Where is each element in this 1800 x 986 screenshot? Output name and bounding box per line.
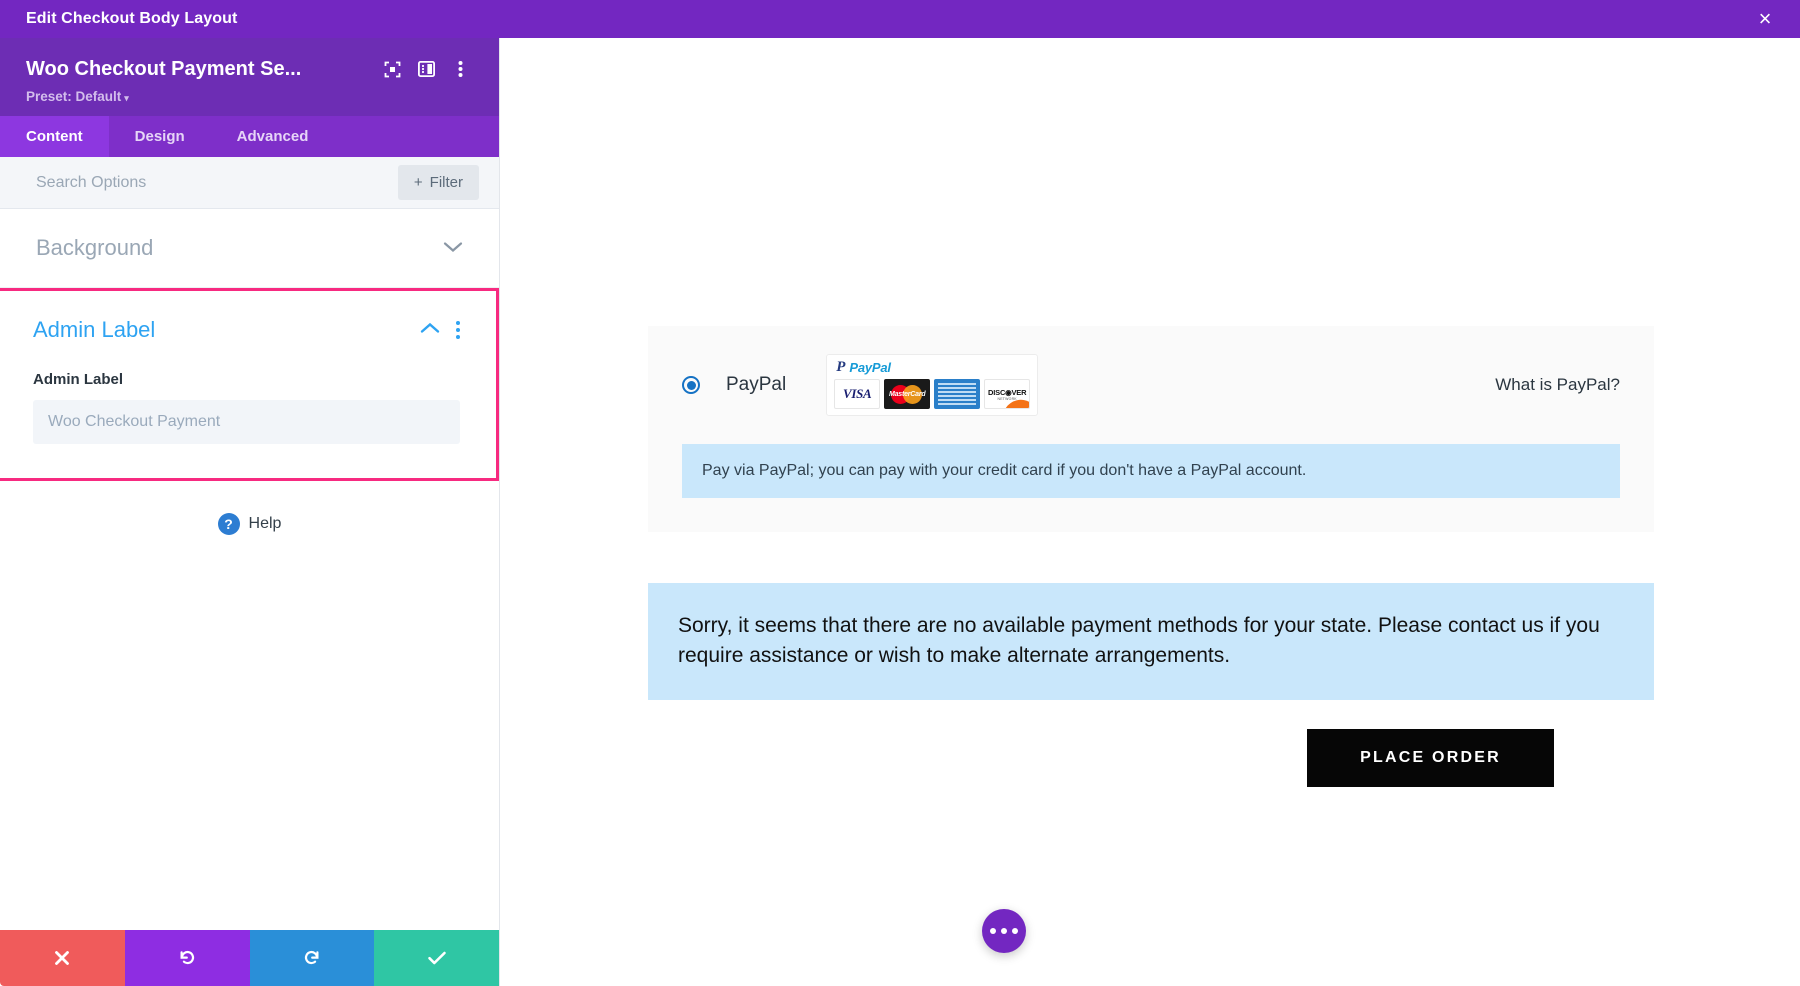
accepted-cards-strip: P PayPal VISA MasterCard [826,354,1038,416]
discover-card-logo: DISC◉VER NETWORK [984,379,1030,409]
search-input[interactable] [36,174,388,192]
module-settings-panel: Woo Checkout Payment Se... [0,38,500,986]
plus-icon: + [414,174,423,191]
redo-button[interactable] [250,930,375,986]
undo-button[interactable] [125,930,250,986]
modal-topbar: Edit Checkout Body Layout × [0,0,1800,38]
what-is-paypal-link[interactable]: What is PayPal? [1495,375,1620,395]
save-button[interactable] [374,930,499,986]
page-title: Edit Checkout Body Layout [26,10,237,28]
help-label: Help [249,515,282,533]
section-background[interactable]: Background [0,209,499,288]
no-payment-methods-alert: Sorry, it seems that there are no availa… [648,583,1654,700]
panel-header: Woo Checkout Payment Se... [0,38,499,116]
chevron-up-icon[interactable] [420,321,440,339]
cancel-button[interactable] [0,930,125,986]
payment-method-label: PayPal [726,374,786,396]
chevron-down-icon [443,240,463,257]
preset-label: Preset: Default [26,89,121,104]
divi-builder-modal: Edit Checkout Body Layout × Woo Checkout… [0,0,1800,986]
search-bar: + Filter [0,157,499,209]
focus-icon[interactable] [375,54,409,84]
tab-content[interactable]: Content [0,116,109,157]
more-vertical-icon[interactable] [443,54,477,84]
settings-body: Background Admin Label [0,209,499,930]
paypal-logo: P PayPal [834,360,1030,375]
preset-selector[interactable]: Preset: Default▾ [26,89,477,104]
layout-icon[interactable] [409,54,443,84]
preview-canvas: PayPal P PayPal VISA MasterCard [500,38,1800,986]
filter-button[interactable]: + Filter [398,165,479,200]
admin-label-input[interactable] [33,400,460,444]
place-order-button[interactable]: PLACE ORDER [1307,729,1554,787]
paypal-word-pal: Pal [872,360,891,375]
tab-design[interactable]: Design [109,116,211,157]
help-link[interactable]: ? Help [0,481,499,567]
settings-tabs: Content Design Advanced [0,116,499,157]
panel-action-bar [0,930,499,986]
section-more-vertical-icon[interactable] [456,321,460,339]
close-icon[interactable]: × [1750,4,1780,34]
paypal-description: Pay via PayPal; you can pay with your cr… [682,444,1620,498]
tab-advanced[interactable]: Advanced [211,116,335,157]
filter-button-label: Filter [430,174,463,191]
admin-label-field-label: Admin Label [33,371,460,388]
section-background-title: Background [36,235,153,261]
paypal-radio[interactable] [682,376,700,394]
visa-card-logo: VISA [834,379,880,409]
section-admin-label-title: Admin Label [33,317,155,343]
amex-card-logo [934,379,980,409]
more-horizontal-icon[interactable] [982,909,1026,953]
mastercard-card-logo: MasterCard [884,379,930,409]
question-mark-icon: ? [218,513,240,535]
section-admin-label: Admin Label Admin Label [0,288,499,481]
payment-method-card: PayPal P PayPal VISA MasterCard [648,326,1654,532]
payment-method-row: PayPal P PayPal VISA MasterCard [682,354,1620,416]
paypal-word-pay: Pay [849,360,872,375]
chevron-down-icon: ▾ [124,93,129,103]
module-title: Woo Checkout Payment Se... [26,58,375,81]
paypal-p-icon: P [836,360,845,375]
